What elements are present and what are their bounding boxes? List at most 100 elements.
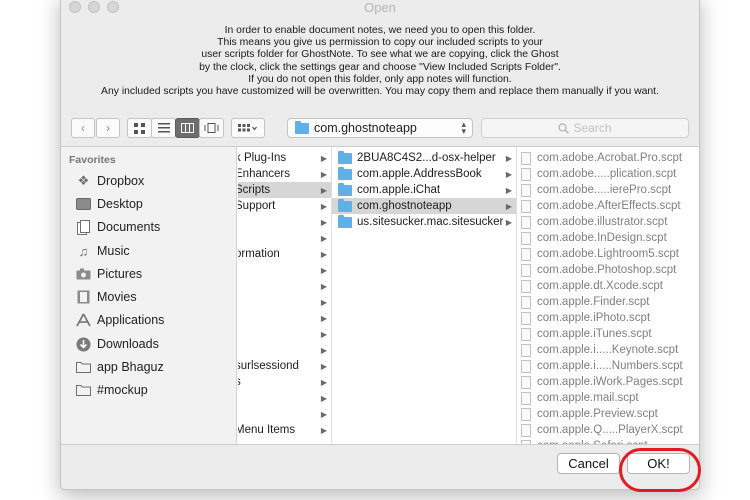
folder-row[interactable]: com.apple.AddressBook ▶ [332, 166, 516, 182]
script-file-row[interactable]: com.adobe.InDesign.scpt [517, 230, 699, 246]
script-file-row[interactable]: com.adobe.Acrobat.Pro.scpt [517, 150, 699, 166]
sidebar-item-app-bhaguz[interactable]: app Bhaguz [75, 357, 164, 377]
script-file-row[interactable]: com.apple.i.....Numbers.scpt [517, 358, 699, 374]
script-file-row[interactable]: com.apple.i.....Keynote.scpt [517, 342, 699, 358]
script-file-label: com.apple.iTunes.scpt [537, 328, 652, 340]
script-file-label: com.apple.mail.scpt [537, 392, 639, 404]
parent-folder-row[interactable]: ▶ [238, 278, 331, 294]
parent-folder-row[interactable]: Support ▶ [238, 198, 331, 214]
instructions-message: In order to enable document notes, we ne… [71, 25, 689, 98]
sidebar-item-downloads[interactable]: Downloads [75, 334, 159, 354]
parent-folder-row[interactable]: s▶ [238, 374, 331, 390]
folder-icon [338, 198, 352, 212]
sidebar-item-applications[interactable]: Applications [75, 310, 164, 330]
script-file-row[interactable]: com.apple.iWork.Pages.scpt [517, 374, 699, 390]
parent-folder-row[interactable]: ▶ [238, 230, 331, 246]
script-file-row[interactable]: com.adobe.Lightroom5.scpt [517, 246, 699, 262]
row-label: surlsessiond [238, 360, 299, 372]
folder-icon [338, 214, 352, 228]
script-file-row[interactable]: com.apple.Safari.scpt [517, 438, 699, 444]
parent-folder-row[interactable]: ormation ▶ [238, 246, 331, 262]
coverflow-view-button[interactable] [199, 118, 224, 138]
parent-folder-row[interactable]: ▶ [238, 342, 331, 358]
parent-folder-row[interactable]: ▶ [238, 294, 331, 310]
applications-icon [75, 313, 92, 328]
folder-icon [338, 150, 352, 164]
script-file-row[interactable]: com.adobe.....ierePro.scpt [517, 182, 699, 198]
column-view-button[interactable] [175, 118, 200, 138]
sidebar-item-documents[interactable]: Documents [75, 217, 160, 237]
parent-folder-row[interactable]: ▶ [238, 310, 331, 326]
parent-folder-row[interactable]: ▶ [238, 214, 331, 230]
cancel-button[interactable]: Cancel [557, 453, 620, 474]
parent-folder-row[interactable]: ▶ [238, 326, 331, 342]
disclosure-arrow-icon: ▶ [320, 393, 327, 403]
script-file-row[interactable]: com.apple.Preview.scpt [517, 406, 699, 422]
chevron-right-icon: › [106, 121, 110, 135]
forward-button[interactable]: › [96, 118, 120, 138]
parent-folder-row[interactable]: surlsessiond ▶ [238, 358, 331, 374]
location-popup[interactable]: com.ghostnoteapp ▴ ▾ [287, 118, 473, 138]
disclosure-arrow-icon: ▶ [320, 345, 327, 355]
sidebar-item-mockup[interactable]: #mockup [75, 380, 148, 400]
disclosure-arrow-icon: ▶ [320, 297, 327, 307]
sidebar-item-desktop[interactable]: Desktop [75, 194, 143, 214]
search-input[interactable]: Search [481, 118, 689, 138]
script-file-row[interactable]: com.apple.iTunes.scpt [517, 326, 699, 342]
sidebar-item-music[interactable]: ♫ Music [75, 241, 130, 261]
disclosure-arrow-icon: ▶ [320, 169, 327, 179]
script-file-icon [521, 263, 531, 277]
disclosure-arrow-icon: ▶ [320, 249, 327, 259]
sidebar-item-movies[interactable]: Movies [75, 287, 137, 307]
documents-icon [75, 219, 92, 235]
parent-folder-row[interactable]: k Plug-Ins ▶ [238, 150, 331, 166]
parent-folder-row[interactable]: ▶ [238, 262, 331, 278]
folder-row[interactable]: 2BUA8C4S2...d-osx-helper ▶ [332, 150, 516, 166]
script-file-row[interactable]: com.apple.iPhoto.scpt [517, 310, 699, 326]
script-file-row[interactable]: com.apple.dt.Xcode.scpt [517, 278, 699, 294]
folder-row[interactable]: com.ghostnoteapp ▶ [332, 198, 516, 214]
folder-row[interactable]: com.apple.iChat ▶ [332, 182, 516, 198]
folder-label: com.ghostnoteapp [357, 200, 452, 212]
folder-icon [338, 166, 352, 180]
script-file-row[interactable]: com.apple.Finder.scpt [517, 294, 699, 310]
parent-folder-row[interactable]: ▶ [238, 438, 331, 445]
script-file-row[interactable]: com.apple.Q.....PlayerX.scpt [517, 422, 699, 438]
script-file-icon [521, 167, 531, 181]
parent-folder-row[interactable]: ▶ [238, 406, 331, 422]
sidebar-item-dropbox[interactable]: ❖ Dropbox [75, 171, 145, 191]
title-bar: Open [61, 0, 699, 17]
arrange-button[interactable] [231, 118, 265, 138]
icon-view-button[interactable] [127, 118, 152, 138]
parent-folder-row[interactable]: Scripts ▶ [238, 182, 331, 198]
up-down-chevron-icon: ▴ ▾ [461, 119, 466, 136]
icon-view-icon [134, 122, 145, 134]
arrange-menu-icon [238, 124, 257, 132]
back-button[interactable]: ‹ [71, 118, 95, 138]
row-label: Menu Items [238, 424, 296, 436]
disclosure-arrow-icon: ▶ [321, 442, 327, 445]
folder-label: 2BUA8C4S2...d-osx-helper [357, 152, 496, 164]
sidebar: Favorites ❖ Dropbox Desktop Documents ♫ … [61, 147, 237, 444]
script-file-row[interactable]: com.adobe.illustrator.scpt [517, 214, 699, 230]
sidebar-item-label: Dropbox [97, 174, 145, 188]
script-file-label: com.apple.Finder.scpt [537, 296, 650, 308]
script-file-row[interactable]: com.adobe.....plication.scpt [517, 166, 699, 182]
script-file-row[interactable]: com.adobe.Photoshop.scpt [517, 262, 699, 278]
disclosure-arrow-icon: ▶ [505, 185, 512, 195]
sidebar-item-label: Downloads [97, 337, 159, 351]
sidebar-item-pictures[interactable]: Pictures [75, 264, 142, 284]
column-view-icon [181, 123, 194, 133]
list-view-button[interactable] [151, 118, 176, 138]
parent-folder-row[interactable]: Enhancers ▶ [238, 166, 331, 182]
folder-label: com.apple.AddressBook [357, 168, 482, 180]
script-file-row[interactable]: com.adobe.AfterEffects.scpt [517, 198, 699, 214]
favorites-heading: Favorites [69, 154, 116, 166]
folder-row[interactable]: us.sitesucker.mac.sitesucker ▶ [332, 214, 516, 230]
folder-label: com.apple.iChat [357, 184, 441, 196]
disclosure-arrow-icon: ▶ [320, 409, 327, 419]
script-file-row[interactable]: com.apple.mail.scpt [517, 390, 699, 406]
sidebar-item-label: Desktop [97, 197, 143, 211]
parent-folder-row[interactable]: ▶ [238, 390, 331, 406]
parent-folder-row[interactable]: Menu Items ▶ [238, 422, 331, 438]
